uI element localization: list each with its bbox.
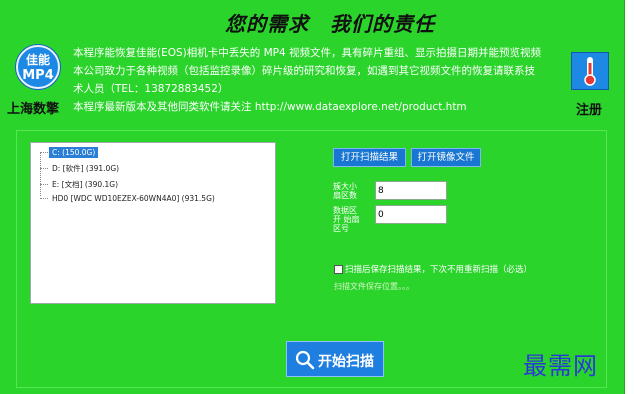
watermark: 最需网 bbox=[523, 352, 598, 380]
tree-connector bbox=[40, 152, 41, 196]
save-path-link[interactable]: 扫描文件保存位置。。。 bbox=[334, 281, 414, 292]
max-cluster-input[interactable] bbox=[375, 181, 447, 200]
tree-connector bbox=[40, 168, 48, 169]
drive-item-label: E: [文档] (390.1G) bbox=[52, 180, 119, 189]
drive-item-label: D: [软件] (391.0G) bbox=[52, 164, 120, 173]
drive-item-label: HD0 [WDC WD10EZEX-60WN4A0] (931.5G) bbox=[52, 194, 215, 203]
description-line-2: 本公司致力于各种视频（包括监控录像）碎片级的研究和恢复，如遇到其它视频文件的恢复… bbox=[73, 65, 535, 77]
app-window: 您的需求 我们的责任 佳能 MP4 上海数擎 本程序能恢复佳能(EOS)相机卡中… bbox=[0, 0, 625, 394]
tree-connector bbox=[40, 198, 48, 199]
register-label[interactable]: 注册 bbox=[576, 99, 602, 118]
search-icon bbox=[295, 350, 315, 370]
open-image-file-button[interactable]: 打开镜像文件 bbox=[411, 148, 481, 167]
register-button[interactable] bbox=[571, 52, 609, 90]
header: 您的需求 我们的责任 佳能 MP4 上海数擎 本程序能恢复佳能(EOS)相机卡中… bbox=[0, 0, 624, 126]
data-start-input[interactable] bbox=[375, 205, 447, 224]
drive-item-label: C: (150.0G) bbox=[49, 147, 99, 158]
logo-text-mp4: MP4 bbox=[22, 68, 54, 83]
start-scan-button[interactable]: 开始扫描 bbox=[286, 341, 384, 377]
drive-tree[interactable]: C: (150.0G) D: [软件] (391.0G) E: [文档] (39… bbox=[30, 142, 276, 304]
tree-connector bbox=[40, 184, 48, 185]
open-scan-result-button[interactable]: 打开扫描结果 bbox=[333, 148, 406, 167]
canon-mp4-logo: 佳能 MP4 bbox=[16, 45, 60, 89]
description-line-4: 本程序最新版本及其他同类软件请关注 http://www.dataexplore… bbox=[73, 101, 467, 113]
logo-text-canon: 佳能 bbox=[25, 53, 50, 67]
description-line-1: 本程序能恢复佳能(EOS)相机卡中丢失的 MP4 视频文件，具有碎片重组、显示拍… bbox=[73, 47, 542, 59]
max-cluster-label: 簇大小 扇区数 bbox=[333, 182, 357, 200]
tree-connector bbox=[40, 152, 48, 153]
save-result-label[interactable]: 扫描后保存扫描结果，下次不用重新扫描（必选） bbox=[345, 263, 532, 275]
start-scan-label: 开始扫描 bbox=[318, 354, 374, 370]
brand-name: 上海数擎 bbox=[7, 102, 60, 117]
program-description: 本程序能恢复佳能(EOS)相机卡中丢失的 MP4 视频文件，具有碎片重组、显示拍… bbox=[73, 44, 561, 116]
thermometer-icon bbox=[584, 57, 596, 86]
slogan: 您的需求 我们的责任 bbox=[225, 12, 435, 36]
save-result-checkbox[interactable] bbox=[334, 265, 343, 274]
data-start-label: 数据区开 始扇区号 bbox=[333, 206, 360, 233]
description-line-3: 术人员（TEL：13872883452） bbox=[73, 83, 229, 95]
